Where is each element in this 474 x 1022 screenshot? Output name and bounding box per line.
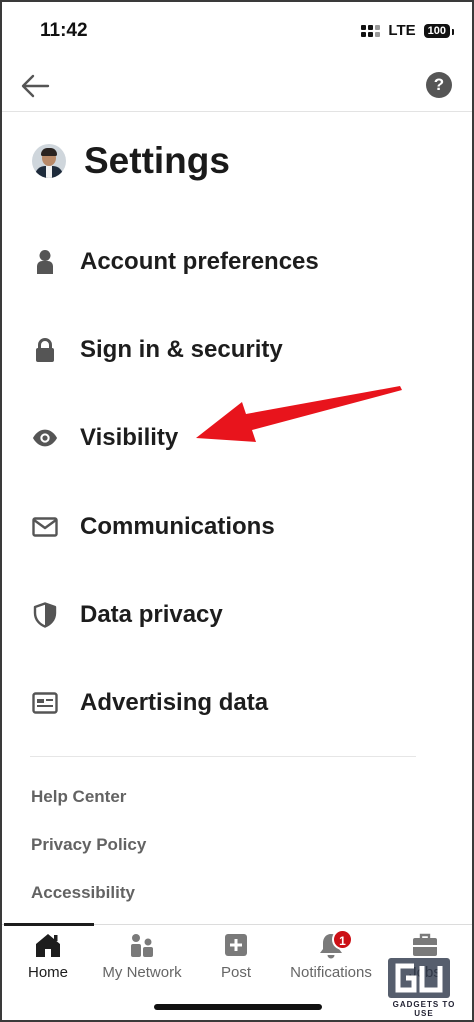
home-icon xyxy=(34,931,62,959)
arrow-left-icon xyxy=(21,74,50,98)
watermark-text: GADGETS TO USE xyxy=(392,1000,456,1018)
tab-post[interactable]: Post xyxy=(189,929,283,985)
top-nav: ? xyxy=(0,60,474,112)
menu-label: Account preferences xyxy=(80,248,319,276)
eye-icon xyxy=(32,425,58,451)
status-bar: 11:42 LTE 100 xyxy=(0,0,474,60)
question-circle-icon: ? xyxy=(433,75,445,94)
avatar[interactable] xyxy=(32,144,66,178)
help-center-link[interactable]: Help Center xyxy=(31,784,146,832)
envelope-icon xyxy=(32,514,58,540)
menu-item-communications[interactable]: Communications xyxy=(0,483,474,571)
annotation-arrow xyxy=(196,386,402,442)
cellular-signal-icon xyxy=(361,24,381,37)
ad-card-icon xyxy=(32,690,58,716)
settings-menu: Account preferences Sign in & security V… xyxy=(0,218,474,747)
menu-item-advertising-data[interactable]: Advertising data xyxy=(0,659,474,747)
tab-notifications[interactable]: 1 Notifications xyxy=(284,929,378,985)
plus-square-icon xyxy=(222,931,250,959)
tab-home[interactable]: Home xyxy=(1,929,95,985)
back-button[interactable] xyxy=(18,70,52,102)
menu-label: Data privacy xyxy=(80,600,223,628)
watermark-logo: GADGETS TO USE xyxy=(384,958,464,1018)
briefcase-icon xyxy=(411,931,439,959)
menu-label: Advertising data xyxy=(80,689,269,717)
status-indicators: LTE 100 xyxy=(361,22,455,39)
notification-badge: 1 xyxy=(332,929,353,950)
shield-icon xyxy=(32,602,58,628)
menu-item-data-privacy[interactable]: Data privacy xyxy=(0,571,474,659)
network-icon xyxy=(128,931,156,959)
menu-label: Sign in & security xyxy=(80,336,283,364)
divider xyxy=(30,756,416,757)
bell-icon: 1 xyxy=(317,929,353,959)
tab-label: Post xyxy=(220,964,251,981)
battery-level: 100 xyxy=(423,23,455,38)
tab-label: Home xyxy=(27,964,68,981)
page-title: Settings xyxy=(84,140,230,181)
menu-label: Visibility xyxy=(80,424,179,452)
tab-label: My Network xyxy=(102,964,182,981)
tab-label: Notifications xyxy=(290,964,372,981)
home-indicator xyxy=(154,1004,322,1010)
help-button[interactable]: ? xyxy=(426,72,452,98)
network-type: LTE xyxy=(388,22,416,39)
privacy-policy-link[interactable]: Privacy Policy xyxy=(31,832,146,880)
footer-links: Help Center Privacy Policy Accessibility xyxy=(31,784,146,928)
active-tab-indicator xyxy=(4,923,94,926)
lock-icon xyxy=(32,337,58,363)
menu-label: Communications xyxy=(80,512,275,540)
tab-my-network[interactable]: My Network xyxy=(95,929,189,985)
settings-header: Settings xyxy=(32,140,230,182)
menu-item-account-preferences[interactable]: Account preferences xyxy=(0,218,474,306)
person-icon xyxy=(32,249,58,275)
accessibility-link[interactable]: Accessibility xyxy=(31,880,146,928)
status-time: 11:42 xyxy=(40,20,88,41)
